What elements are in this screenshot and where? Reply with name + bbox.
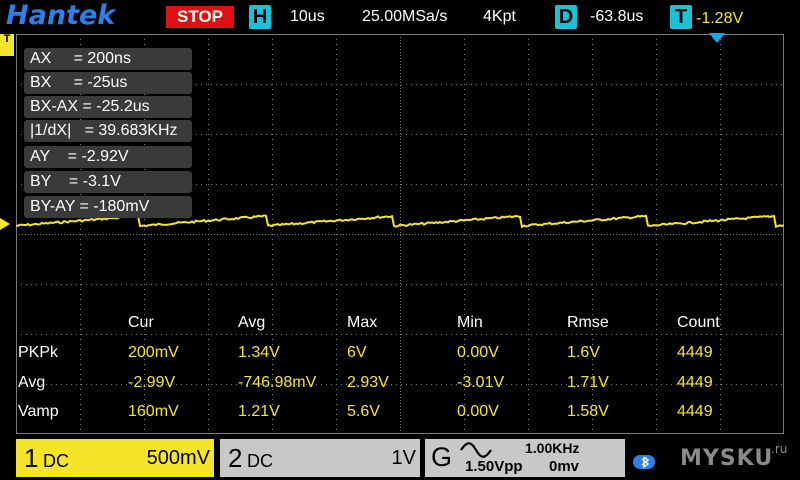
meas-value: 2.93V	[347, 374, 389, 391]
cursor-ay: AY = -2.92V	[24, 146, 192, 168]
cursor-inv-dx: |1/dX| = 39.683KHz	[24, 120, 192, 142]
channel-bar: 1 DC 500mV 2 DC 1V G 1.00KHz 1.50Vpp 0mv…	[0, 434, 800, 480]
meas-header-rmse: Rmse	[567, 314, 609, 331]
meas-value: 160mV	[128, 403, 179, 420]
meas-header-avg: Avg	[238, 314, 266, 331]
ch2-number: 2	[228, 443, 243, 473]
generator-settings-button[interactable]: G 1.00KHz 1.50Vpp 0mv	[425, 439, 625, 477]
meas-header-max: Max	[347, 314, 378, 331]
generator-frequency: 1.00KHz	[525, 440, 580, 456]
watermark-suffix: .ru	[771, 442, 788, 456]
cursor-by-ay: BY-AY = -180mV	[24, 196, 192, 218]
ch2-settings-button[interactable]: 2 DC 1V	[220, 439, 420, 477]
sine-wave-icon	[460, 442, 492, 458]
meas-value: -3.01V	[457, 374, 505, 391]
ch2-scale: 1V	[391, 447, 416, 469]
memory-depth-value: 4Kpt	[483, 8, 516, 25]
ch1-number: 1	[24, 443, 39, 473]
cursor-ax: AX = 200ns	[24, 48, 192, 70]
generator-offset: 0mv	[549, 458, 580, 475]
trigger-badge[interactable]: T	[670, 5, 692, 29]
meas-value: 0.00V	[457, 403, 499, 420]
meas-value: 1.58V	[567, 403, 609, 420]
meas-value: 200mV	[128, 344, 179, 361]
meas-value: 1.34V	[238, 344, 280, 361]
meas-row-label: PKPk	[18, 344, 59, 361]
generator-letter: G	[431, 442, 453, 472]
meas-row-label: Vamp	[18, 403, 59, 420]
meas-value: 6V	[347, 344, 367, 361]
cursor-bx: BX = -25us	[24, 72, 192, 94]
status-bar: Hantek STOP H 10us 25.00MSa/s 4Kpt D -63…	[0, 0, 800, 34]
cursor-by: BY = -3.1V	[24, 171, 192, 193]
meas-value: -746.98mV	[238, 374, 317, 391]
meas-row-label: Avg	[18, 374, 46, 391]
meas-header-count: Count	[677, 314, 720, 331]
bluetooth-icon[interactable]	[632, 453, 656, 471]
ch1-scale: 500mV	[146, 447, 210, 469]
ch2-coupling: DC	[247, 451, 273, 471]
meas-value: 4449	[677, 374, 713, 391]
meas-value: -2.99V	[128, 374, 176, 391]
sample-rate-value: 25.00MSa/s	[362, 8, 448, 25]
meas-header-cur: Cur	[128, 314, 154, 331]
meas-value: 1.71V	[567, 374, 609, 391]
delay-value: -63.8us	[590, 8, 644, 25]
cursor-bx-ax: BX-AX = -25.2us	[24, 96, 192, 118]
meas-value: 4449	[677, 403, 713, 420]
generator-amplitude: 1.50Vpp	[465, 458, 523, 475]
brand-logo: Hantek	[6, 0, 116, 31]
meas-value: 4449	[677, 344, 713, 361]
trigger-point-marker[interactable]	[709, 33, 725, 43]
meas-value: 5.6V	[347, 403, 380, 420]
meas-value: 1.21V	[238, 403, 280, 420]
ch1-offset-marker[interactable]	[0, 218, 10, 230]
meas-header-min: Min	[457, 314, 483, 331]
meas-value: 0.00V	[457, 344, 499, 361]
run-stop-button[interactable]: STOP	[166, 6, 234, 28]
timebase-value: 10us	[290, 8, 325, 25]
horizontal-badge[interactable]: H	[249, 5, 271, 29]
watermark: MYSKU	[680, 446, 774, 471]
trigger-position-marker: T	[0, 34, 14, 56]
trigger-position-label: T	[3, 33, 11, 45]
delay-badge[interactable]: D	[555, 5, 577, 29]
ch1-coupling: DC	[43, 451, 69, 471]
ch1-settings-button[interactable]: 1 DC 500mV	[16, 439, 214, 477]
trigger-level-value: -1.28V	[696, 10, 744, 27]
meas-value: 1.6V	[567, 344, 600, 361]
